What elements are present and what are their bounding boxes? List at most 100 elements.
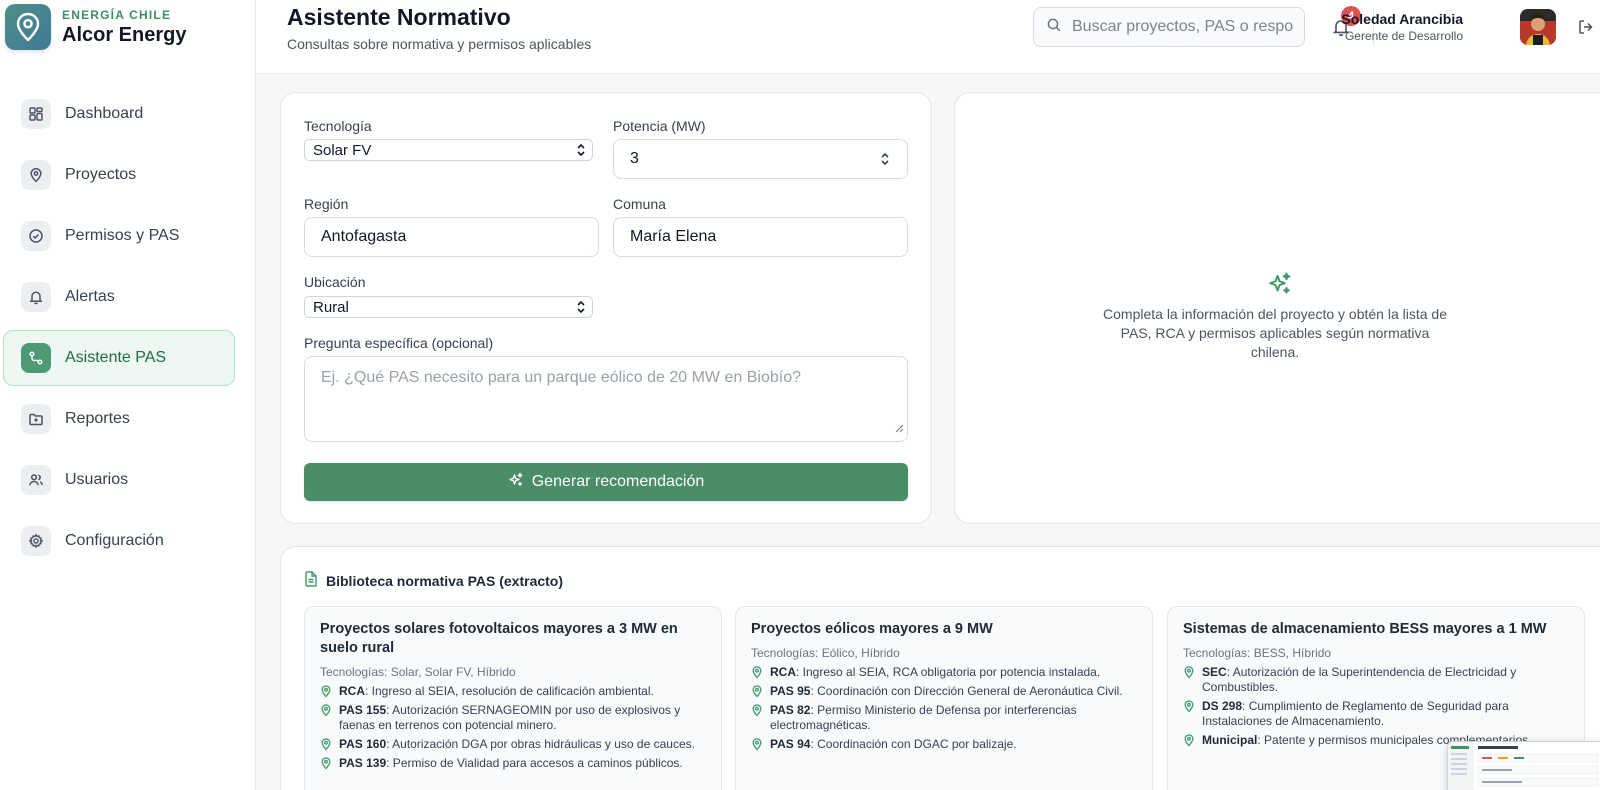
ubicacion-select[interactable]: Rural (304, 296, 593, 318)
library-item[interactable]: Proyectos eólicos mayores a 9 MW Tecnolo… (735, 606, 1153, 790)
rule-text: : Coordinación con DGAC por balizaje. (810, 737, 1017, 751)
rule-text: : Permiso Ministerio de Defensa por inte… (770, 703, 1077, 732)
sidebar-item-label: Alertas (65, 288, 115, 305)
rule-code: Municipal (1202, 733, 1258, 747)
generate-recommendation-button[interactable]: Generar recomendación (304, 463, 908, 501)
rule-code: DS 298 (1202, 699, 1243, 713)
sidebar-item-label: Dashboard (65, 105, 144, 122)
rule-code: RCA (770, 665, 796, 679)
gear-icon (21, 526, 51, 556)
search-box (1033, 7, 1305, 47)
user-role: Gerente de Desarrollo (1344, 29, 1463, 43)
search-input[interactable] (1072, 18, 1294, 36)
sidebar-item-configuracion[interactable]: Configuración (3, 513, 235, 569)
library-item-technologies: Tecnologías: Eólico, Híbrido (751, 646, 900, 660)
sparkles-icon (508, 472, 524, 493)
sidebar-item-usuarios[interactable]: Usuarios (3, 452, 235, 508)
rule-text: : Coordinación con Dirección General de … (810, 684, 1123, 698)
map-pin-icon (751, 703, 763, 718)
select-chevron-icon (575, 143, 587, 161)
rule-text: : Autorización DGA por obras hidráulicas… (386, 737, 695, 751)
ubicacion-value: Rural (313, 298, 349, 316)
folder-plus-icon (21, 404, 51, 434)
library-rule: SEC: Autorización de la Superintendencia… (1183, 665, 1569, 695)
potencia-label: Potencia (MW) (613, 118, 706, 134)
rule-code: PAS 155 (339, 703, 387, 717)
map-pin-icon (320, 756, 332, 771)
recommendation-result-card: Completa la información del proyecto y o… (954, 92, 1600, 524)
rule-code: PAS 94 (770, 737, 811, 751)
rule-code: PAS 139 (339, 756, 387, 770)
select-chevron-icon (575, 300, 587, 318)
rule-code: PAS 160 (339, 737, 387, 751)
region-label: Región (304, 196, 349, 212)
sidebar-item-proyectos[interactable]: Proyectos (3, 147, 235, 203)
library-rule: DS 298: Cumplimiento de Reglamento de Se… (1183, 699, 1569, 729)
library-rule: PAS 95: Coordinación con Dirección Gener… (751, 684, 1137, 699)
library-item-technologies: Tecnologías: BESS, Híbrido (1183, 646, 1332, 660)
library-title: Biblioteca normativa PAS (extracto) (326, 572, 564, 589)
search-icon (1046, 17, 1062, 38)
map-pin-icon (751, 737, 763, 752)
screenshot-preview-thumbnail[interactable] (1447, 741, 1600, 790)
generate-button-label: Generar recomendación (531, 473, 705, 490)
sparkles-icon (1267, 271, 1293, 302)
library-item-technologies: Tecnologías: Solar, Solar FV, Híbrido (320, 665, 516, 679)
logout-icon[interactable] (1575, 16, 1597, 38)
map-pin-icon (751, 665, 763, 680)
pregunta-label: Pregunta específica (opcional) (304, 335, 494, 351)
comuna-label: Comuna (613, 196, 666, 212)
region-input[interactable]: Antofagasta (304, 217, 599, 257)
sidebar-item-permisos[interactable]: Permisos y PAS (3, 208, 235, 264)
rule-code: SEC (1202, 665, 1227, 679)
route-icon (21, 343, 51, 373)
comuna-input[interactable]: María Elena (613, 217, 908, 257)
library-rule: PAS 155: Autorización SERNAGEOMIN por us… (320, 703, 706, 733)
location-pin-logo-icon (5, 4, 51, 50)
library-item[interactable]: Proyectos solares fotovoltaicos mayores … (304, 606, 722, 790)
number-stepper-icon[interactable] (879, 151, 891, 172)
sidebar: ENERGÍA CHILE Alcor Energy Dashboard Pro… (0, 0, 256, 790)
sidebar-item-alertas[interactable]: Alertas (3, 269, 235, 325)
comuna-value: María Elena (630, 228, 717, 245)
rule-text: : Ingreso al SEIA, RCA obligatoria por p… (796, 665, 1101, 679)
region-value: Antofagasta (321, 228, 407, 245)
brand[interactable]: ENERGÍA CHILE Alcor Energy (5, 3, 186, 51)
library-rule: RCA: Ingreso al SEIA, resolución de cali… (320, 684, 706, 699)
sidebar-item-asistente-pas[interactable]: Asistente PAS (3, 330, 235, 386)
library-rule: PAS 139: Permiso de Vialidad para acceso… (320, 756, 706, 771)
grid-icon (21, 99, 51, 129)
library-item-title: Proyectos solares fotovoltaicos mayores … (320, 621, 678, 656)
pas-library-card: Biblioteca normativa PAS (extracto) Proy… (280, 546, 1600, 790)
tecnologia-select[interactable]: Solar FV (304, 139, 593, 161)
sidebar-item-reportes[interactable]: Reportes (3, 391, 235, 447)
bell-icon (21, 282, 51, 312)
sidebar-item-dashboard[interactable]: Dashboard (3, 86, 235, 142)
page-title: Asistente Normativo (287, 4, 511, 30)
resize-grip-icon[interactable] (894, 420, 904, 438)
top-header: Asistente Normativo Consultas sobre norm… (256, 0, 1600, 74)
sidebar-nav: Dashboard Proyectos Permisos y PAS Alert… (3, 86, 235, 574)
sidebar-item-label: Configuración (65, 532, 164, 549)
avatar[interactable] (1520, 9, 1556, 45)
check-circle-icon (21, 221, 51, 251)
potencia-input[interactable]: 3 (613, 139, 908, 179)
sidebar-item-label: Reportes (65, 410, 130, 427)
query-form-card: Tecnología Solar FV Potencia (MW) 3 Regi… (280, 92, 932, 524)
library-rule: PAS 94: Coordinación con DGAC por baliza… (751, 737, 1137, 752)
library-rule: PAS 82: Permiso Ministerio de Defensa po… (751, 703, 1137, 733)
rule-text: : Autorización SERNAGEOMIN por uso de ex… (339, 703, 681, 732)
users-icon (21, 465, 51, 495)
brand-name: Alcor Energy (62, 23, 187, 46)
map-pin-icon (320, 703, 332, 718)
library-item-title: Proyectos eólicos mayores a 9 MW (751, 621, 993, 637)
sidebar-item-label: Asistente PAS (65, 349, 167, 366)
rule-code: PAS 82 (770, 703, 811, 717)
sidebar-item-label: Permisos y PAS (65, 227, 180, 244)
rule-text: : Cumplimiento de Reglamento de Segurida… (1202, 699, 1509, 728)
user-name[interactable]: Soledad Arancibia (1341, 11, 1463, 27)
pregunta-placeholder: Ej. ¿Qué PAS necesito para un parque eól… (321, 369, 801, 386)
rule-code: PAS 95 (770, 684, 811, 698)
pregunta-textarea[interactable]: Ej. ¿Qué PAS necesito para un parque eól… (304, 356, 908, 442)
map-pin-icon (320, 684, 332, 699)
